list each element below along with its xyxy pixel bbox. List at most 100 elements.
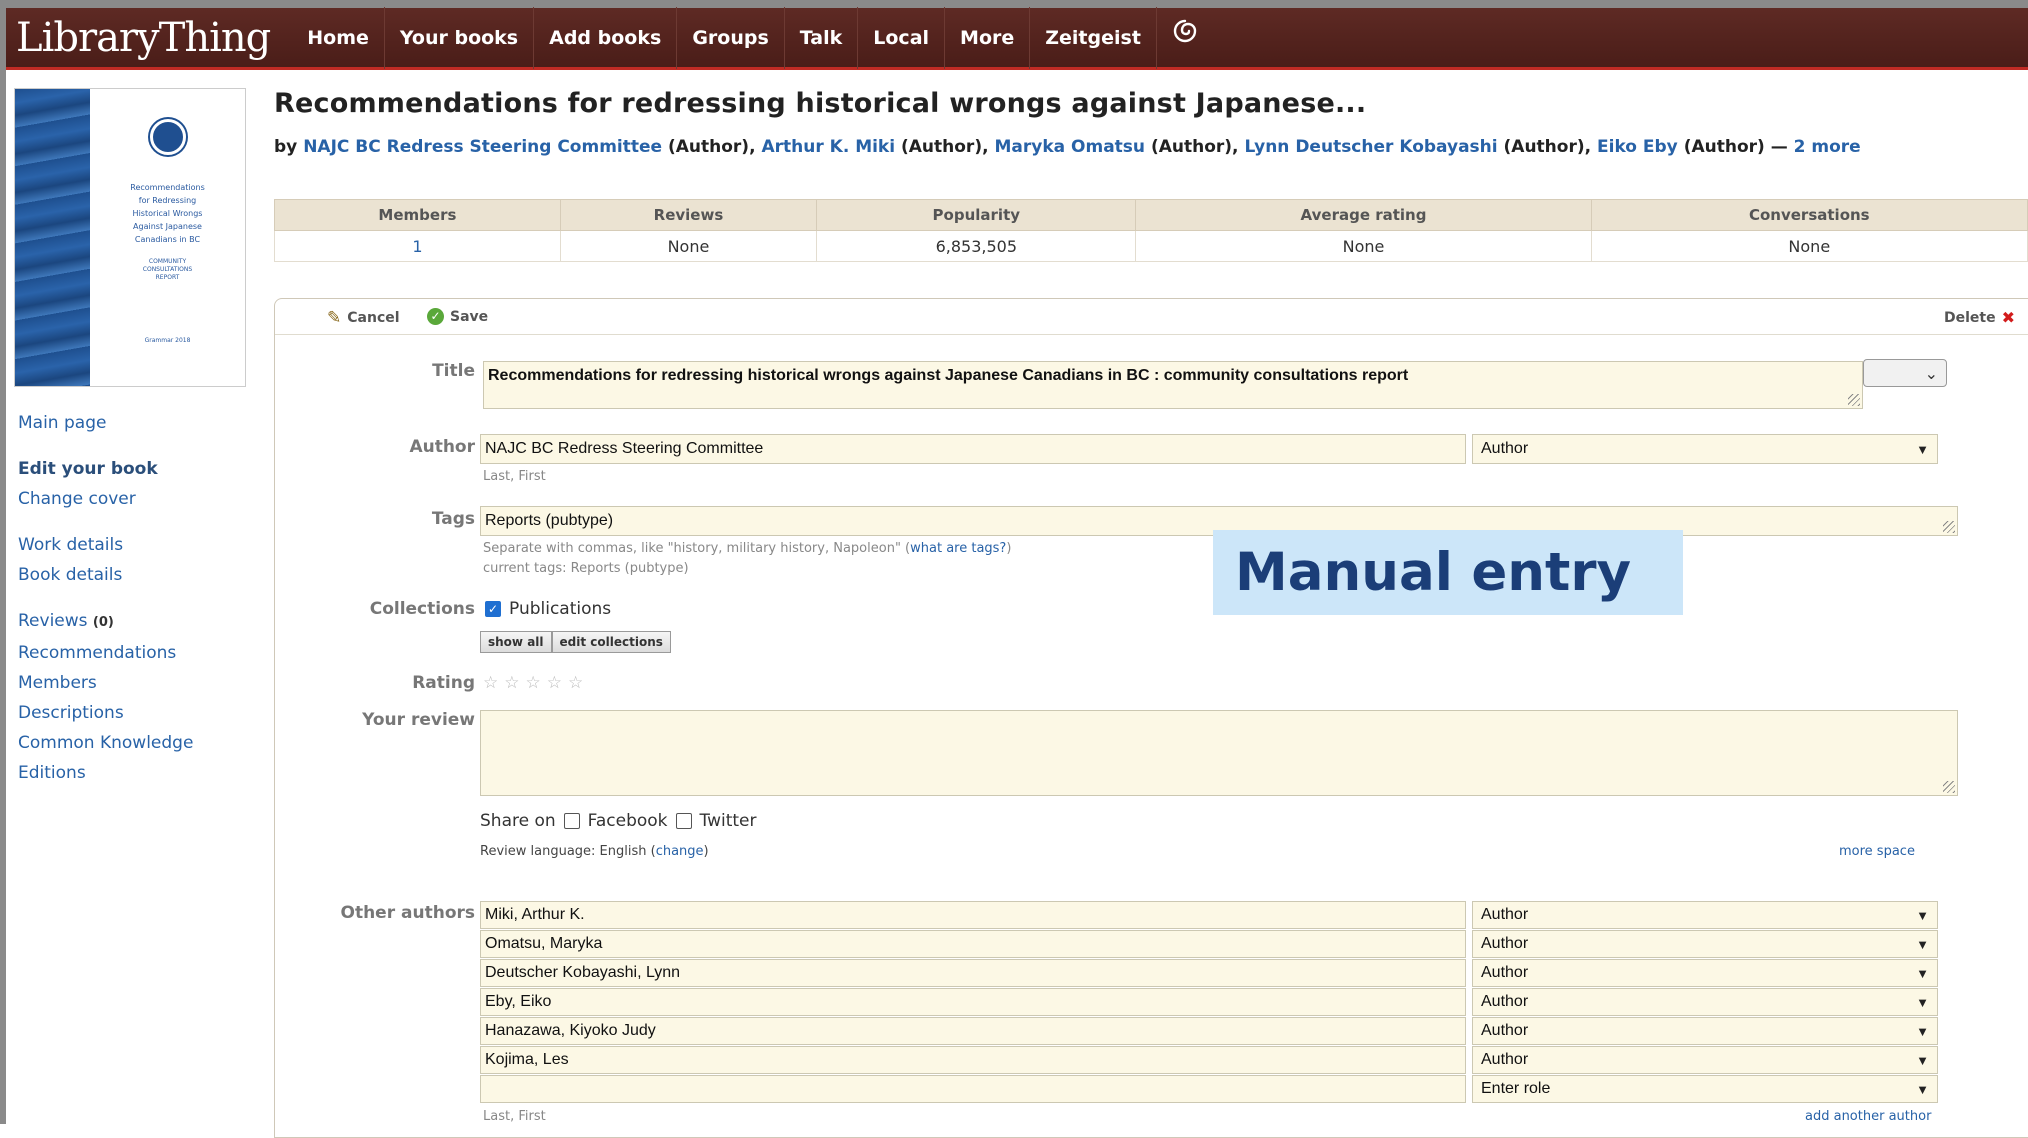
nav-home[interactable]: Home xyxy=(292,6,385,69)
librarything-logo[interactable]: LibraryThing xyxy=(16,7,271,69)
author-role: (Author), xyxy=(901,137,989,157)
resize-handle-icon[interactable] xyxy=(1943,781,1955,793)
tags-value: Reports (pubtype) xyxy=(485,512,614,529)
pencil-icon: ✎ xyxy=(327,308,342,328)
other-author-name: Hanazawa, Kiyoko Judy xyxy=(485,1022,656,1039)
other-author-name: Deutscher Kobayashi, Lynn xyxy=(485,964,681,981)
other-author-field[interactable]: Miki, Arthur K. xyxy=(480,901,1466,929)
tags-hint-text: Separate with commas, like "history, mil… xyxy=(483,541,911,556)
author-link[interactable]: Arthur K. Miki xyxy=(761,137,895,157)
byline: by NAJC BC Redress Steering Committee (A… xyxy=(274,137,1861,157)
sidebar-members[interactable]: Members xyxy=(18,668,248,698)
cover-subtitle: COMMUNITY CONSULTATIONS REPORT xyxy=(142,258,193,281)
author-role-select[interactable]: Author ▼ xyxy=(1472,434,1938,464)
nav-groups[interactable]: Groups xyxy=(677,6,785,69)
more-space-link[interactable]: more space xyxy=(1839,844,1915,859)
cancel-label: Cancel xyxy=(347,310,400,326)
edit-collections-button[interactable]: edit collections xyxy=(551,631,671,653)
author-link[interactable]: Maryka Omatsu xyxy=(994,137,1145,157)
stats-header: Conversations xyxy=(1590,199,2028,231)
sidebar-work-details[interactable]: Work details xyxy=(18,530,248,560)
chevron-down-icon: ▼ xyxy=(1916,441,1929,457)
sidebar-reviews-label: Reviews xyxy=(18,611,88,631)
nav-your-books[interactable]: Your books xyxy=(385,6,535,69)
save-button[interactable]: ✓ Save xyxy=(427,308,488,325)
nav-local[interactable]: Local xyxy=(858,6,946,69)
review-language-text: Review language: English ( xyxy=(480,844,656,859)
review-textarea[interactable] xyxy=(480,710,1958,796)
cancel-button[interactable]: ✎ Cancel xyxy=(327,308,400,328)
cover-footer: Grammar 2018 xyxy=(144,337,191,344)
other-author-field[interactable]: Kojima, Les xyxy=(480,1046,1466,1074)
other-author-role: Enter role xyxy=(1481,1080,1551,1097)
title-language-select[interactable]: ⌄ xyxy=(1863,359,1947,387)
what-are-tags-link[interactable]: what are tags? xyxy=(910,541,1006,556)
other-author-role-select[interactable]: Author ▼ xyxy=(1472,959,1938,987)
other-author-field[interactable]: Eby, Eiko xyxy=(480,988,1466,1016)
chevron-down-icon: ⌄ xyxy=(1924,363,1938,383)
rating-stars[interactable]: ☆☆☆☆☆ xyxy=(483,673,589,693)
chevron-down-icon: ▼ xyxy=(1916,907,1929,923)
sidebar-edit-book[interactable]: Edit your book xyxy=(18,454,248,484)
change-language-link[interactable]: change xyxy=(656,844,704,859)
sidebar-reviews[interactable]: Reviews (0) xyxy=(18,606,248,638)
page-title: Recommendations for redressing historica… xyxy=(274,88,1367,119)
author-field[interactable]: NAJC BC Redress Steering Committee xyxy=(480,434,1466,464)
facebook-checkbox[interactable] xyxy=(563,813,580,829)
cover-photo xyxy=(15,89,90,386)
other-author-field[interactable] xyxy=(480,1075,1466,1103)
nav-more[interactable]: More xyxy=(945,6,1031,69)
sidebar-change-cover[interactable]: Change cover xyxy=(18,484,248,514)
average-rating-value: None xyxy=(1135,230,1592,262)
book-cover[interactable]: Recommendations for Redressing Historica… xyxy=(14,88,246,387)
nav-zeitgeist[interactable]: Zeitgeist xyxy=(1030,6,1157,69)
other-author-role-select[interactable]: Author ▼ xyxy=(1472,930,1938,958)
other-author-field[interactable]: Hanazawa, Kiyoko Judy xyxy=(480,1017,1466,1045)
author-hint: Last, First xyxy=(483,469,546,484)
author-label: Author xyxy=(409,437,475,457)
other-author-field[interactable]: Omatsu, Maryka xyxy=(480,930,1466,958)
other-author-name: Eby, Eiko xyxy=(485,993,552,1010)
other-author-role-select[interactable]: Author ▼ xyxy=(1472,901,1938,929)
more-authors-link[interactable]: 2 more xyxy=(1794,137,1861,157)
tags-label: Tags xyxy=(431,509,475,529)
author-link[interactable]: NAJC BC Redress Steering Committee xyxy=(303,137,662,157)
show-all-button[interactable]: show all xyxy=(480,631,552,653)
add-another-author-link[interactable]: add another author xyxy=(1805,1109,1931,1124)
sidebar-book-details[interactable]: Book details xyxy=(18,560,248,590)
tags-hint-end: ) xyxy=(1006,541,1012,556)
cover-title-line: Canadians in BC xyxy=(134,235,201,244)
sidebar-editions[interactable]: Editions xyxy=(18,758,248,788)
other-author-role-select[interactable]: Enter role ▼ xyxy=(1472,1075,1938,1103)
sidebar-descriptions[interactable]: Descriptions xyxy=(18,698,248,728)
publications-checkbox[interactable]: ✓ xyxy=(485,601,501,617)
other-author-name: Kojima, Les xyxy=(485,1051,569,1068)
top-nav: LibraryThing Home Your books Add books G… xyxy=(6,6,2028,70)
rating-label: Rating xyxy=(412,673,475,693)
author-link[interactable]: Eiko Eby xyxy=(1597,137,1678,157)
nav-add-books[interactable]: Add books xyxy=(534,6,678,69)
twitter-label: Twitter xyxy=(699,811,757,831)
title-field[interactable]: Recommendations for redressing historica… xyxy=(483,361,1863,409)
other-author-role-select[interactable]: Author ▼ xyxy=(1472,988,1938,1016)
other-author-role: Author xyxy=(1481,993,1529,1010)
other-author-role-select[interactable]: Author ▼ xyxy=(1472,1017,1938,1045)
delete-button[interactable]: Delete ✖ xyxy=(1944,308,2015,327)
twitter-checkbox[interactable] xyxy=(675,813,692,829)
sidebar-common-knowledge[interactable]: Common Knowledge xyxy=(18,728,248,758)
other-author-role-select[interactable]: Author ▼ xyxy=(1472,1046,1938,1074)
spiral-icon[interactable] xyxy=(1157,7,1213,69)
members-count[interactable]: 1 xyxy=(274,230,561,262)
collection-item: ✓ Publications xyxy=(485,599,611,619)
nav-talk[interactable]: Talk xyxy=(785,6,859,69)
resize-handle-icon[interactable] xyxy=(1848,394,1860,406)
author-value: NAJC BC Redress Steering Committee xyxy=(485,440,764,457)
chevron-down-icon: ▼ xyxy=(1916,1081,1929,1097)
author-link[interactable]: Lynn Deutscher Kobayashi xyxy=(1244,137,1497,157)
other-authors-hint: Last, First xyxy=(483,1109,546,1124)
edit-panel: ✎ Cancel ✓ Save Delete ✖ Title Recommend… xyxy=(274,298,2028,1138)
resize-handle-icon[interactable] xyxy=(1943,521,1955,533)
sidebar-main-page[interactable]: Main page xyxy=(18,408,248,438)
other-author-field[interactable]: Deutscher Kobayashi, Lynn xyxy=(480,959,1466,987)
sidebar-recommendations[interactable]: Recommendations xyxy=(18,638,248,668)
